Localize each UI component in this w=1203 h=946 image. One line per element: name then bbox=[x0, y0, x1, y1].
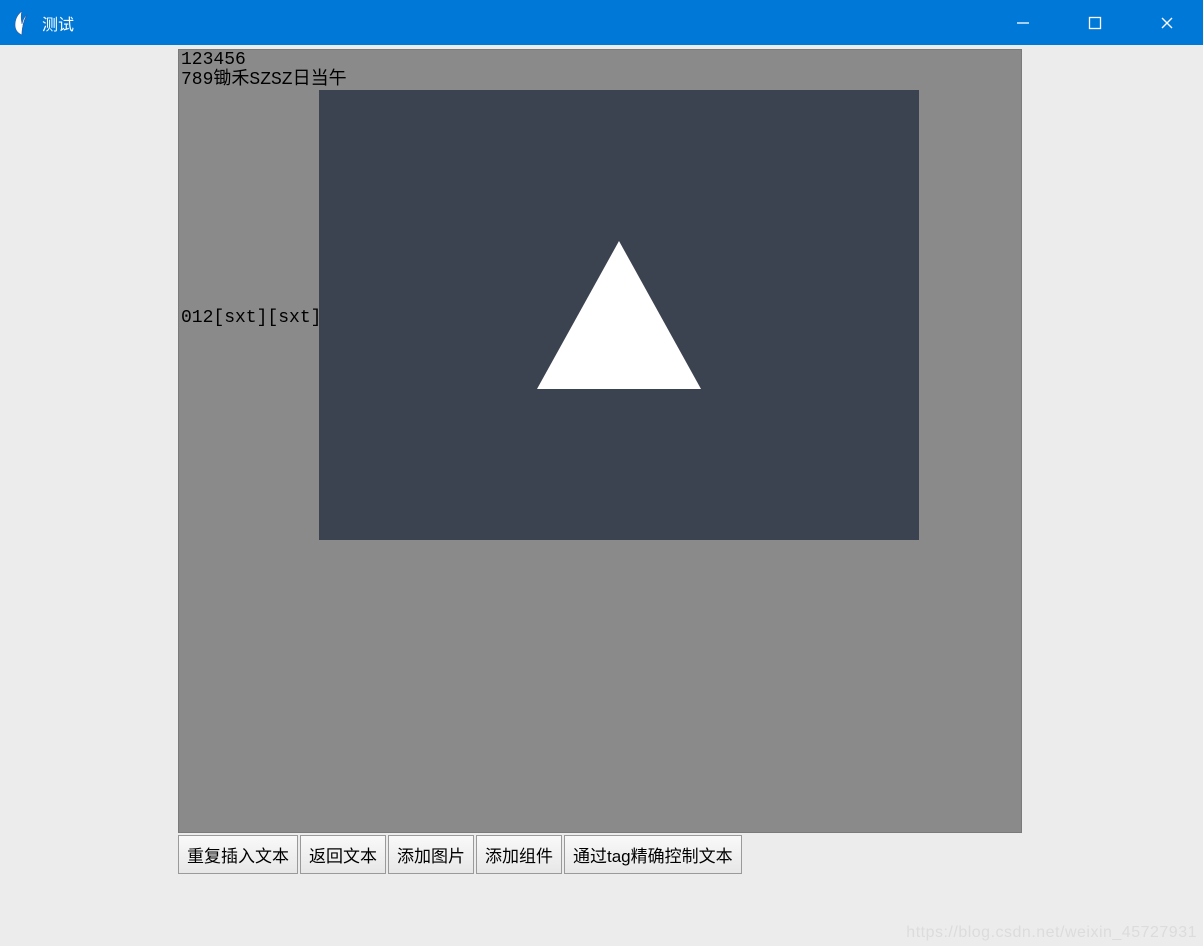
tk-feather-icon bbox=[12, 10, 32, 36]
embedded-image bbox=[319, 90, 919, 540]
minimize-button[interactable] bbox=[987, 0, 1059, 45]
insert-text-button[interactable]: 重复插入文本 bbox=[178, 835, 298, 874]
text-line-2: 789锄禾SZSZ日当午 bbox=[179, 70, 1021, 90]
titlebar: 测试 bbox=[0, 0, 1203, 45]
watermark: https://blog.csdn.net/weixin_45727931 bbox=[906, 924, 1197, 942]
window-controls bbox=[987, 0, 1203, 45]
text-line-1: 123456 bbox=[179, 50, 1021, 70]
close-button[interactable] bbox=[1131, 0, 1203, 45]
text-widget[interactable]: 123456 789锄禾SZSZ日当午 012[sxt][sxt] bbox=[178, 49, 1022, 833]
client-area: 123456 789锄禾SZSZ日当午 012[sxt][sxt] 重复插入文本… bbox=[0, 45, 1203, 946]
add-image-button[interactable]: 添加图片 bbox=[388, 835, 474, 874]
return-text-button[interactable]: 返回文本 bbox=[300, 835, 386, 874]
tag-control-text-button[interactable]: 通过tag精确控制文本 bbox=[564, 835, 742, 874]
maximize-button[interactable] bbox=[1059, 0, 1131, 45]
triangle-icon bbox=[529, 235, 709, 395]
text-line-3: 012[sxt][sxt] bbox=[181, 308, 321, 328]
window-title: 测试 bbox=[42, 11, 987, 35]
button-bar: 重复插入文本 返回文本 添加图片 添加组件 通过tag精确控制文本 bbox=[178, 835, 742, 874]
add-component-button[interactable]: 添加组件 bbox=[476, 835, 562, 874]
